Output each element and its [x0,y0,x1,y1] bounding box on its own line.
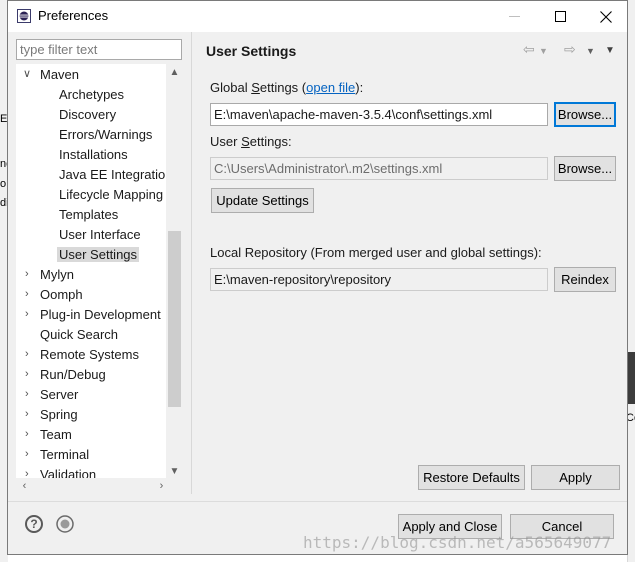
chevron-right-icon[interactable]: › [25,285,33,304]
tree-item-mylyn[interactable]: Mylyn [40,265,74,284]
restore-defaults-button[interactable]: Restore Defaults [418,465,525,490]
background-app-right [627,0,635,562]
background-app-right-dark [628,352,635,404]
tree-item-maven[interactable]: Maven [40,65,79,84]
close-button[interactable] [583,1,629,32]
close-icon [600,10,612,23]
view-menu-icon[interactable]: ▼ [605,45,615,56]
tree-item-errors-warnings[interactable]: Errors/Warnings [59,125,152,144]
user-settings-label: User Settings: [210,134,292,149]
minimize-icon [508,15,520,17]
title-bar: Preferences [8,1,627,32]
tree-item-run-debug[interactable]: Run/Debug [40,365,106,384]
window-title: Preferences [38,8,109,23]
local-repository-field[interactable]: E:\maven-repository\repository [210,268,548,291]
filter-input[interactable] [16,39,182,60]
sash-divider[interactable] [191,32,194,494]
local-repository-label: Local Repository (From merged user and g… [210,245,542,260]
tree-item-user-interface[interactable]: User Interface [59,225,141,244]
chevron-right-icon[interactable]: › [25,345,33,364]
page-title: User Settings [206,43,297,59]
forward-icon[interactable]: ⇨ [564,41,576,58]
tree-item-user-settings[interactable]: User Settings [57,245,140,264]
tree-item-server[interactable]: Server [40,385,78,404]
tree-item-plug-in-development[interactable]: Plug-in Development [40,305,161,324]
tree-item-discovery[interactable]: Discovery [59,105,116,124]
chevron-right-icon[interactable]: › [25,425,33,444]
forward-menu-icon[interactable]: ▼ [586,46,595,56]
chevron-right-icon[interactable]: › [25,445,33,464]
tree-item-java-ee-integration[interactable]: Java EE Integration [59,165,172,184]
tree-item-team[interactable]: Team [40,425,72,444]
tree-item-installations[interactable]: Installations [59,145,128,164]
reindex-button[interactable]: Reindex [554,267,616,292]
apply-button[interactable]: Apply [531,465,620,490]
chevron-right-icon[interactable]: › [25,365,33,384]
tree-item-templates[interactable]: Templates [59,205,118,224]
user-settings-field[interactable]: C:\Users\Administrator\.m2\settings.xml [210,157,548,180]
import-export-icon[interactable] [56,515,74,533]
tree-item-quick-search[interactable]: Quick Search [40,325,118,344]
scroll-left-icon[interactable]: ‹ [16,478,33,495]
eclipse-icon [17,9,31,23]
global-browse-button[interactable]: Browse... [554,102,616,127]
chevron-right-icon[interactable]: › [25,405,33,424]
chevron-right-icon[interactable]: › [25,385,33,404]
tree-horizontal-scrollbar[interactable]: ‹ › [16,478,166,495]
scrollbar-thumb[interactable] [168,231,181,407]
tree-item-archetypes[interactable]: Archetypes [59,85,124,104]
maximize-icon [554,11,566,22]
chevron-right-icon[interactable]: › [25,305,33,324]
scroll-up-icon[interactable]: ▲ [166,64,183,81]
maximize-button[interactable] [537,1,583,32]
tree-item-spring[interactable]: Spring [40,405,78,424]
help-icon[interactable]: ? [25,515,43,533]
watermark: https://blog.csdn.net/a565649077 [303,533,612,552]
tree-item-oomph[interactable]: Oomph [40,285,83,304]
tree-item-lifecycle-mapping[interactable]: Lifecycle Mapping [59,185,163,204]
back-icon[interactable]: ⇦ [523,41,535,58]
scrollbar-corner [166,478,183,495]
preferences-dialog: Preferences ∨ Maven Archetypes Discovery… [7,0,628,555]
global-settings-field[interactable]: E:\maven\apache-maven-3.5.4\conf\setting… [210,103,548,126]
update-settings-button[interactable]: Update Settings [211,188,314,213]
global-settings-label: Global Settings (open file): [210,80,364,95]
tree-item-terminal[interactable]: Terminal [40,445,89,464]
user-browse-button[interactable]: Browse... [554,156,616,181]
tree-item-remote-systems[interactable]: Remote Systems [40,345,139,364]
separator [8,501,627,502]
tree-vertical-scrollbar[interactable]: ▲ ▼ [166,64,183,480]
preferences-tree: ∨ Maven Archetypes Discovery Errors/Warn… [16,64,183,494]
open-file-link[interactable]: open file [306,80,355,95]
chevron-down-icon[interactable]: ∨ [23,65,31,84]
minimize-button[interactable] [491,1,537,32]
back-menu-icon[interactable]: ▼ [539,46,548,56]
chevron-right-icon[interactable]: › [25,265,33,284]
background-text: o [0,178,7,190]
